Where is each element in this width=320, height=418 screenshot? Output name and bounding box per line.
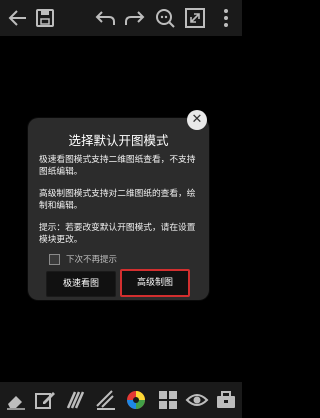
dialog-title: 选择默认开图模式 [68, 133, 169, 148]
toolbox-icon[interactable] [214, 388, 238, 412]
settings-hint: 提示：若要改变默认开图模式，请在设置模块更改。 [39, 223, 196, 245]
close-icon[interactable]: ✕ [187, 110, 207, 130]
view-icon[interactable] [185, 388, 209, 412]
undo-icon[interactable] [94, 6, 118, 30]
default-open-mode-dialog: 选择默认开图模式 极速看图模式支持二维图纸查看，不支持图纸编辑。 高级制图模式支… [28, 118, 209, 300]
save-icon[interactable] [33, 6, 57, 30]
layers-icon[interactable] [63, 388, 87, 412]
fullscreen-icon[interactable] [183, 6, 207, 30]
back-arrow-icon[interactable] [6, 6, 30, 30]
measure-icon[interactable] [94, 388, 118, 412]
advanced-mode-description: 高级制图模式支持对二维图纸的查看，绘制和编辑。 [39, 189, 196, 211]
dont-show-again-checkbox[interactable] [49, 254, 60, 265]
eraser-icon[interactable] [4, 388, 28, 412]
top-toolbar [0, 0, 242, 36]
edit-icon[interactable] [33, 388, 57, 412]
redo-icon[interactable] [122, 6, 146, 30]
blocks-icon[interactable] [156, 388, 180, 412]
zoom-icon[interactable] [153, 6, 177, 30]
advanced-drawing-button[interactable]: 高级制图 [120, 269, 190, 297]
fast-view-button[interactable]: 极速看图 [46, 271, 116, 297]
fast-mode-description: 极速看图模式支持二维图纸查看，不支持图纸编辑。 [39, 155, 196, 177]
bottom-toolbar [0, 382, 242, 418]
more-icon[interactable] [214, 6, 238, 30]
color-wheel-icon[interactable] [124, 388, 148, 412]
dont-show-again-label: 下次不再提示 [66, 255, 118, 265]
